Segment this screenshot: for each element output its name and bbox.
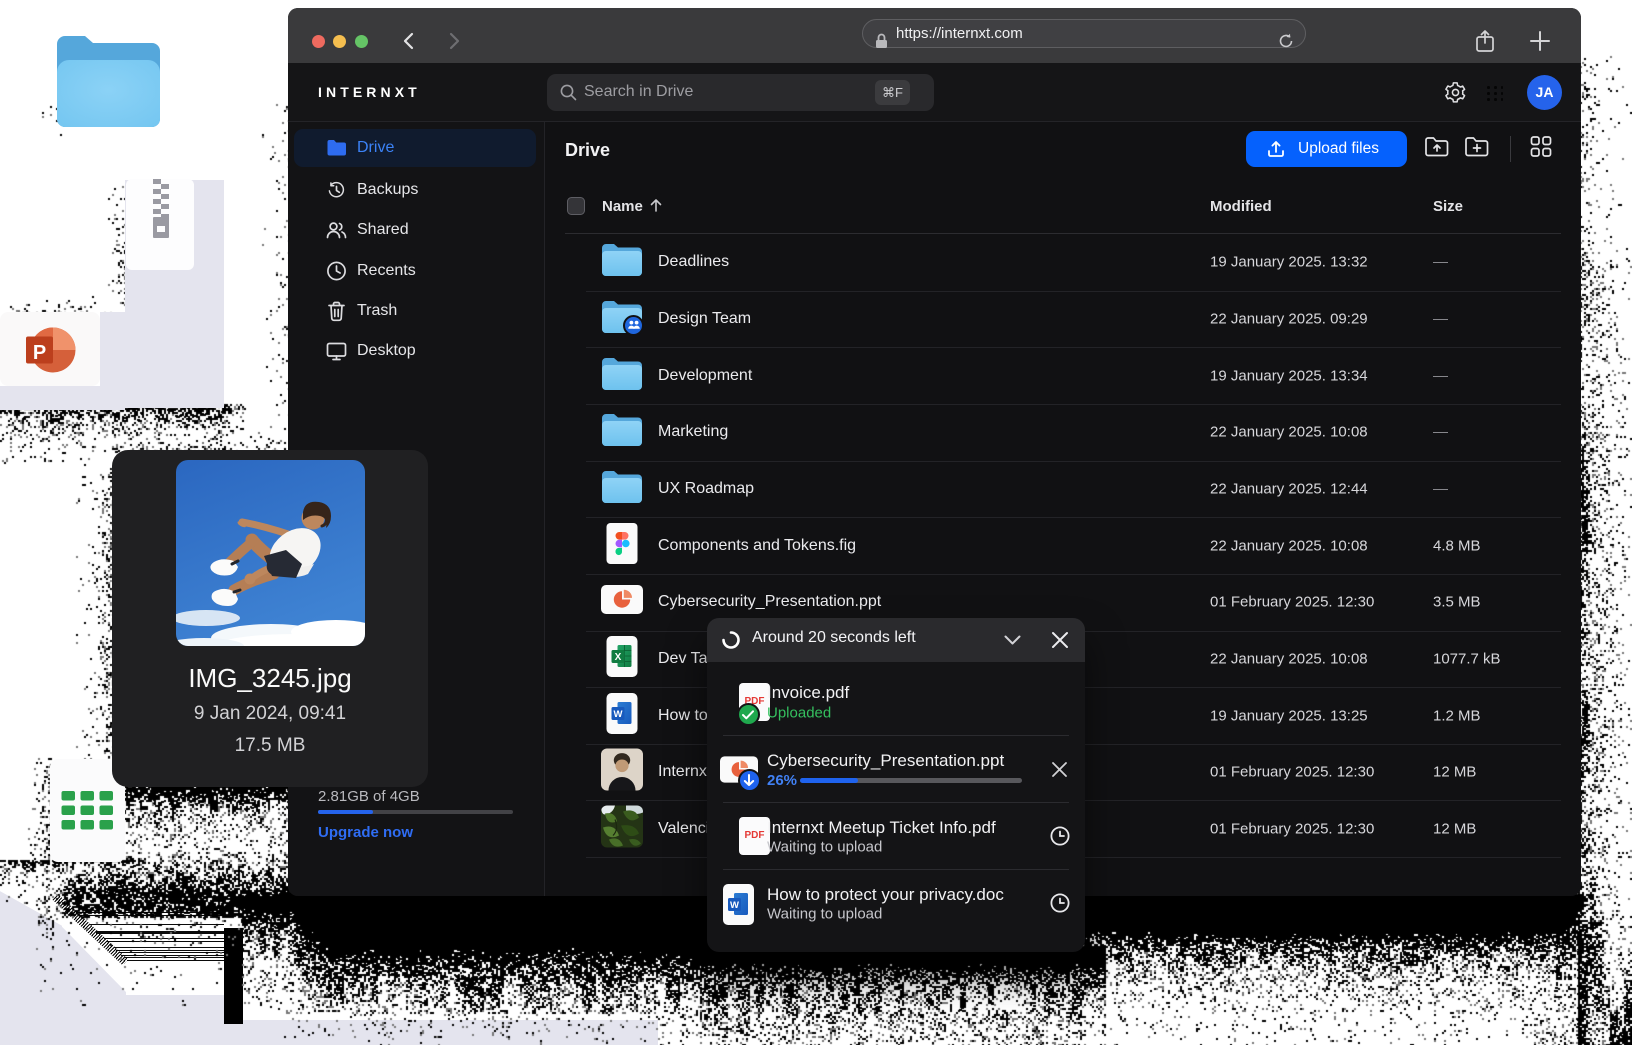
svg-text:X: X (615, 652, 622, 663)
svg-text:W: W (614, 709, 623, 720)
svg-text:W: W (730, 900, 739, 911)
svg-text:P: P (33, 342, 46, 364)
